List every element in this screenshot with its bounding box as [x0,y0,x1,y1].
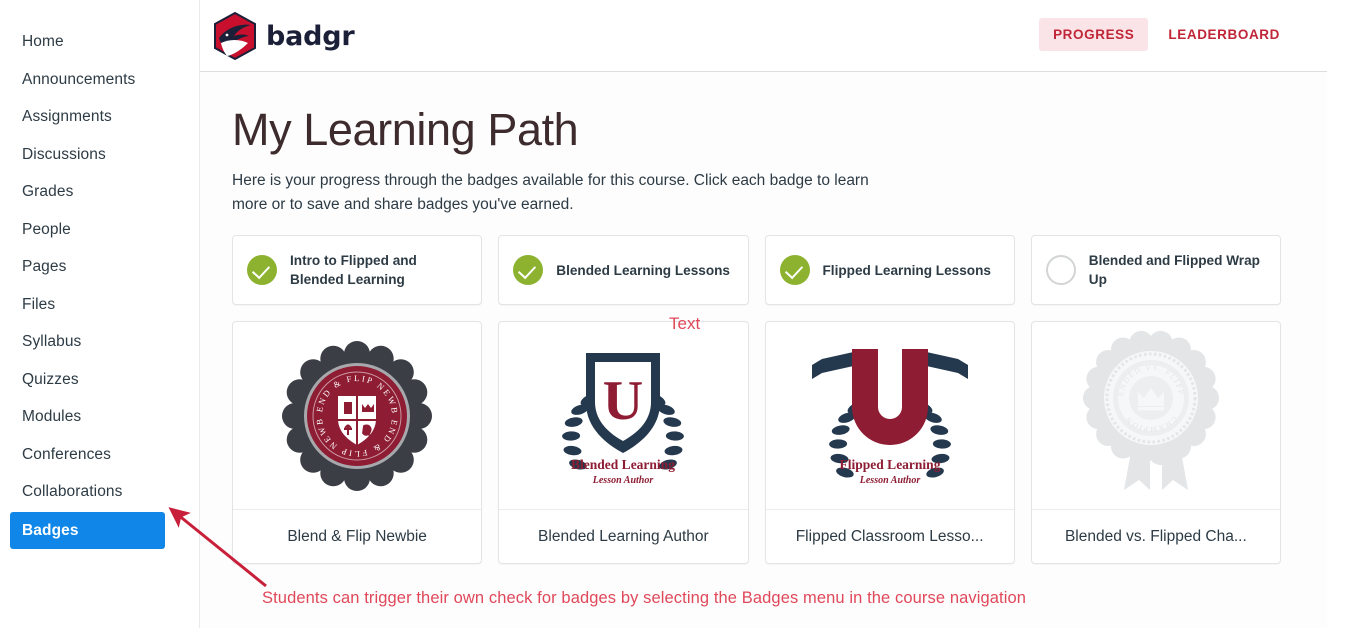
badge-card-label: Blend & Flip Newbie [287,527,427,545]
progress-card-label: Intro to Flipped and Blended Learning [290,253,417,288]
badge-artwork-seal-crest-icon: BLEND & FLIP NEWBIE BLEND & FLIP NEWBIE [233,322,482,511]
badge-card-label: Blended vs. Flipped Cha... [1064,527,1247,545]
sidebar-item-assignments[interactable]: Assignments [0,99,199,135]
page-root: Home Announcements Assignments Discussions G… [0,0,1358,628]
badgr-app-bar: badgr PROGRESS LEADERBOARD [200,0,1327,72]
sidebar-item-quizzes[interactable]: Quizzes [0,362,199,398]
progress-card-label: Flipped Learning Lessons [822,262,991,278]
progress-checklist-row: Intro to Flipped and Blended Learning Ble… [232,235,1281,306]
badge-card[interactable]: U Blended Learning Lesson Author Blended… [498,321,749,565]
badge-card[interactable]: Flipped Learning Lesson Author Flipped C… [764,321,1015,565]
badge-grid-row: BLEND & FLIP NEWBIE BLEND & FLIP NEWBIE … [232,321,1281,565]
check-circle-icon [779,255,810,286]
badge-card-label: Flipped Classroom Lesso... [795,527,984,545]
sidebar-item-announcements[interactable]: Announcements [0,62,199,98]
check-circle-icon [247,255,277,286]
sidebar-item-people[interactable]: People [0,212,199,248]
progress-card-label: Blended Learning Lessons [556,262,730,278]
content-area: My Learning Path Here is your progress t… [200,72,1327,628]
svg-text:Flipped Learning: Flipped Learning [839,457,940,472]
sidebar-item-modules[interactable]: Modules [0,399,199,435]
sidebar-item-conferences[interactable]: Conferences [0,437,199,473]
progress-card-label: Blended and Flipped Wrap Up [1088,253,1260,288]
main-panel: badgr PROGRESS LEADERBOARD My Learning P… [200,0,1327,628]
sidebar-item-badges[interactable]: Badges [10,511,165,549]
progress-card[interactable]: Flipped Learning Lessons [764,235,1015,306]
leaderboard-tab-button[interactable]: LEADERBOARD [1154,18,1294,51]
badge-card[interactable]: BLENDED VS. FLIPPED CHAMPION Blended vs.… [1030,321,1281,565]
empty-circle-icon [1045,255,1076,286]
badge-artwork-shield-u-laurel-icon: U Blended Learning Lesson Author [499,322,748,511]
sidebar-item-syllabus[interactable]: Syllabus [0,324,199,360]
sidebar-item-grades[interactable]: Grades [0,174,199,210]
badge-artwork-u-laurel-banner-icon: Flipped Learning Lesson Author [765,322,1014,511]
appbar-actions: PROGRESS LEADERBOARD [1039,18,1294,51]
svg-text:U: U [603,370,643,432]
svg-text:Lesson Author: Lesson Author [592,475,654,486]
badge-card[interactable]: BLEND & FLIP NEWBIE BLEND & FLIP NEWBIE … [232,321,483,565]
progress-card[interactable]: Blended and Flipped Wrap Up [1030,235,1281,306]
svg-text:Blended Learning: Blended Learning [571,457,675,472]
check-circle-icon [513,255,544,286]
badgr-wordmark: badgr [266,20,355,52]
badge-artwork-rosette-crown-icon: BLENDED VS. FLIPPED CHAMPION [1031,322,1280,511]
badgr-brand: badgr [213,12,355,60]
progress-tab-button[interactable]: PROGRESS [1039,18,1149,51]
sidebar-item-pages[interactable]: Pages [0,249,199,285]
course-navigation-sidebar: Home Announcements Assignments Discussions G… [0,0,200,628]
progress-card[interactable]: Intro to Flipped and Blended Learning [232,235,483,306]
badgr-hexagon-logo-icon [214,12,256,60]
sidebar-item-files[interactable]: Files [0,287,199,323]
page-description: Here is your progress through the badges… [232,172,869,213]
sidebar-item-discussions[interactable]: Discussions [0,137,199,173]
sidebar-item-collaborations[interactable]: Collaborations [0,474,199,510]
svg-text:Lesson Author: Lesson Author [858,475,920,486]
page-title: My Learning Path [232,104,579,155]
progress-card[interactable]: Blended Learning Lessons [498,235,749,306]
sidebar-item-home[interactable]: Home [0,24,199,60]
badge-card-label: Blended Learning Author [538,527,709,545]
